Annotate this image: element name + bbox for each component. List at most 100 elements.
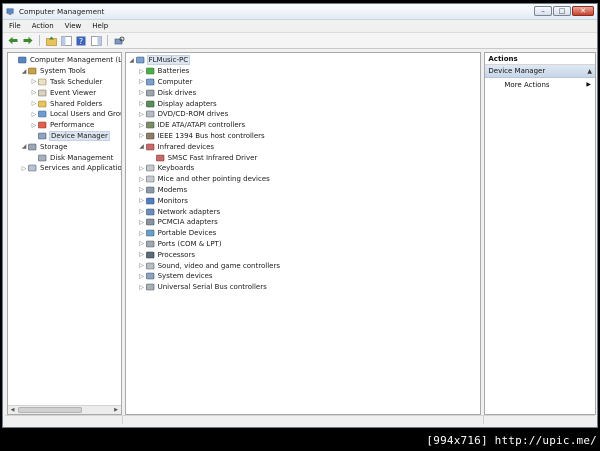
device-category-item[interactable]: SMSC Fast Infrared Driver bbox=[126, 152, 481, 163]
device-category-label: DVD/CD-ROM drives bbox=[157, 110, 229, 119]
device-category-label: SMSC Fast Infrared Driver bbox=[167, 153, 258, 162]
device-category-item[interactable]: ▷ Ports (COM & LPT) bbox=[126, 239, 481, 250]
expand-arrow-icon[interactable]: ▷ bbox=[30, 78, 38, 85]
collapse-arrow-icon[interactable]: ◢ bbox=[128, 57, 136, 64]
console-tree-horizontal-scrollbar[interactable]: ◀ ▶ bbox=[8, 405, 121, 414]
help-button[interactable]: ? bbox=[75, 35, 87, 47]
console-tree-item[interactable]: ▷ Event Viewer bbox=[8, 87, 121, 98]
expand-arrow-icon[interactable]: ▷ bbox=[30, 89, 38, 96]
port-icon bbox=[145, 240, 154, 248]
scan-for-hardware-changes-button[interactable] bbox=[113, 35, 125, 47]
device-category-item[interactable]: ◢ FLMusic-PC bbox=[126, 55, 481, 66]
device-category-item[interactable]: ▷ Portable Devices bbox=[126, 228, 481, 239]
forward-button[interactable] bbox=[22, 35, 34, 47]
console-tree-label: Local Users and Groups bbox=[50, 110, 121, 119]
expand-arrow-icon[interactable]: ▷ bbox=[20, 165, 28, 172]
dvd-drive-icon bbox=[145, 111, 154, 118]
close-button[interactable]: ✕ bbox=[572, 6, 594, 16]
console-tree-item[interactable]: ▷ Services and Applications bbox=[8, 163, 121, 174]
device-category-label: System devices bbox=[157, 272, 213, 281]
console-tree-item[interactable]: ▷ Performance bbox=[8, 120, 121, 131]
expand-arrow-icon[interactable]: ▷ bbox=[138, 68, 146, 75]
console-tree-item[interactable]: Disk Management bbox=[8, 152, 121, 163]
device-category-item[interactable]: ▷ Mice and other pointing devices bbox=[126, 174, 481, 185]
expand-arrow-icon[interactable]: ▷ bbox=[138, 262, 146, 269]
device-category-label: Sound, video and game controllers bbox=[157, 261, 280, 270]
expand-arrow-icon[interactable]: ▷ bbox=[138, 100, 146, 107]
expand-arrow-icon[interactable]: ▷ bbox=[138, 111, 146, 118]
console-tree-item[interactable]: Computer Management (Local bbox=[8, 55, 121, 66]
expand-arrow-icon[interactable]: ▷ bbox=[138, 230, 146, 237]
console-tree-item[interactable]: ▷ Shared Folders bbox=[8, 98, 121, 109]
collapse-icon[interactable]: ▲ bbox=[587, 68, 592, 75]
console-tree-item[interactable]: ▷ Local Users and Groups bbox=[8, 109, 121, 120]
device-category-label: Batteries bbox=[157, 67, 190, 76]
console-tree-item[interactable]: ◢ System Tools bbox=[8, 66, 121, 77]
expand-arrow-icon[interactable]: ▷ bbox=[30, 122, 38, 129]
title-bar[interactable]: Computer Management – □ ✕ bbox=[3, 4, 597, 20]
device-category-item[interactable]: ▷ IEEE 1394 Bus host controllers bbox=[126, 131, 481, 142]
console-tree-label: System Tools bbox=[40, 67, 86, 76]
device-category-item[interactable]: ▷ Display adapters bbox=[126, 98, 481, 109]
expand-arrow-icon[interactable]: ▷ bbox=[30, 111, 38, 118]
device-category-item[interactable]: ▷ Sound, video and game controllers bbox=[126, 260, 481, 271]
device-category-item[interactable]: ◢ Infrared devices bbox=[126, 141, 481, 152]
device-category-item[interactable]: ▷ Universal Serial Bus controllers bbox=[126, 282, 481, 293]
device-category-item[interactable]: ▷ PCMCIA adapters bbox=[126, 217, 481, 228]
device-category-item[interactable]: ▷ Keyboards bbox=[126, 163, 481, 174]
more-actions-item[interactable]: More Actions ▶ bbox=[485, 78, 595, 91]
console-tree-label: Event Viewer bbox=[50, 88, 97, 97]
expand-arrow-icon[interactable]: ▷ bbox=[30, 100, 38, 107]
device-category-item[interactable]: ▷ Network adapters bbox=[126, 206, 481, 217]
expand-arrow-icon[interactable]: ▷ bbox=[138, 165, 146, 172]
scroll-right-icon[interactable]: ▶ bbox=[112, 406, 121, 415]
status-bar bbox=[5, 415, 595, 424]
device-category-item[interactable]: ▷ Modems bbox=[126, 185, 481, 196]
expand-arrow-icon[interactable]: ▷ bbox=[138, 273, 146, 280]
expand-arrow-icon[interactable]: ▷ bbox=[138, 251, 146, 258]
console-tree-item[interactable]: ▷ Task Scheduler bbox=[8, 77, 121, 88]
device-category-item[interactable]: ▷ Batteries bbox=[126, 66, 481, 77]
device-category-item[interactable]: ▷ Computer bbox=[126, 77, 481, 88]
expand-arrow-icon[interactable]: ▷ bbox=[138, 240, 146, 247]
menu-view[interactable]: View bbox=[65, 22, 82, 30]
back-button[interactable] bbox=[7, 35, 19, 47]
expand-arrow-icon[interactable]: ▷ bbox=[138, 132, 146, 139]
console-tree-item[interactable]: Device Manager bbox=[8, 130, 121, 142]
collapse-arrow-icon[interactable]: ◢ bbox=[138, 143, 146, 150]
status-cell bbox=[5, 416, 123, 424]
device-category-item[interactable]: ▷ Monitors bbox=[126, 195, 481, 206]
pcmcia-icon bbox=[145, 219, 154, 226]
minimize-button[interactable]: – bbox=[534, 6, 552, 16]
show-hide-console-tree-button[interactable] bbox=[60, 35, 72, 47]
expand-arrow-icon[interactable]: ▷ bbox=[138, 284, 146, 291]
device-category-item[interactable]: ▷ IDE ATA/ATAPI controllers bbox=[126, 120, 481, 131]
actions-title: Actions bbox=[485, 53, 595, 65]
expand-arrow-icon[interactable]: ▷ bbox=[138, 219, 146, 226]
actions-section-device-manager[interactable]: Device Manager ▲ bbox=[485, 65, 595, 78]
expand-arrow-icon[interactable]: ▷ bbox=[138, 176, 146, 183]
device-category-item[interactable]: ▷ Disk drives bbox=[126, 87, 481, 98]
menu-file[interactable]: File bbox=[9, 22, 21, 30]
device-category-item[interactable]: ▷ System devices bbox=[126, 271, 481, 282]
scrollbar-thumb[interactable] bbox=[18, 407, 82, 413]
collapse-arrow-icon[interactable]: ◢ bbox=[20, 68, 28, 75]
expand-arrow-icon[interactable]: ▷ bbox=[138, 89, 146, 96]
scroll-left-icon[interactable]: ◀ bbox=[8, 406, 17, 415]
device-tree-pane[interactable]: ◢ FLMusic-PC ▷ Batteries ▷ Computer ▷ Disk driv… bbox=[124, 52, 482, 415]
menu-action[interactable]: Action bbox=[32, 22, 54, 30]
expand-arrow-icon[interactable]: ▷ bbox=[138, 197, 146, 204]
expand-arrow-icon[interactable]: ▷ bbox=[138, 78, 146, 85]
up-one-level-button[interactable] bbox=[45, 35, 57, 47]
device-category-item[interactable]: ▷ DVD/CD-ROM drives bbox=[126, 109, 481, 120]
show-hide-action-pane-button[interactable] bbox=[90, 35, 102, 47]
expand-arrow-icon[interactable]: ▷ bbox=[138, 122, 146, 129]
console-tree-pane[interactable]: Computer Management (Local◢System Tools▷… bbox=[7, 52, 122, 415]
menu-help[interactable]: Help bbox=[92, 22, 108, 30]
console-tree-item[interactable]: ◢ Storage bbox=[8, 141, 121, 152]
maximize-button[interactable]: □ bbox=[553, 6, 571, 16]
expand-arrow-icon[interactable]: ▷ bbox=[138, 186, 146, 193]
expand-arrow-icon[interactable]: ▷ bbox=[138, 208, 146, 215]
collapse-arrow-icon[interactable]: ◢ bbox=[20, 143, 28, 150]
device-category-item[interactable]: ▷ Processors bbox=[126, 249, 481, 260]
